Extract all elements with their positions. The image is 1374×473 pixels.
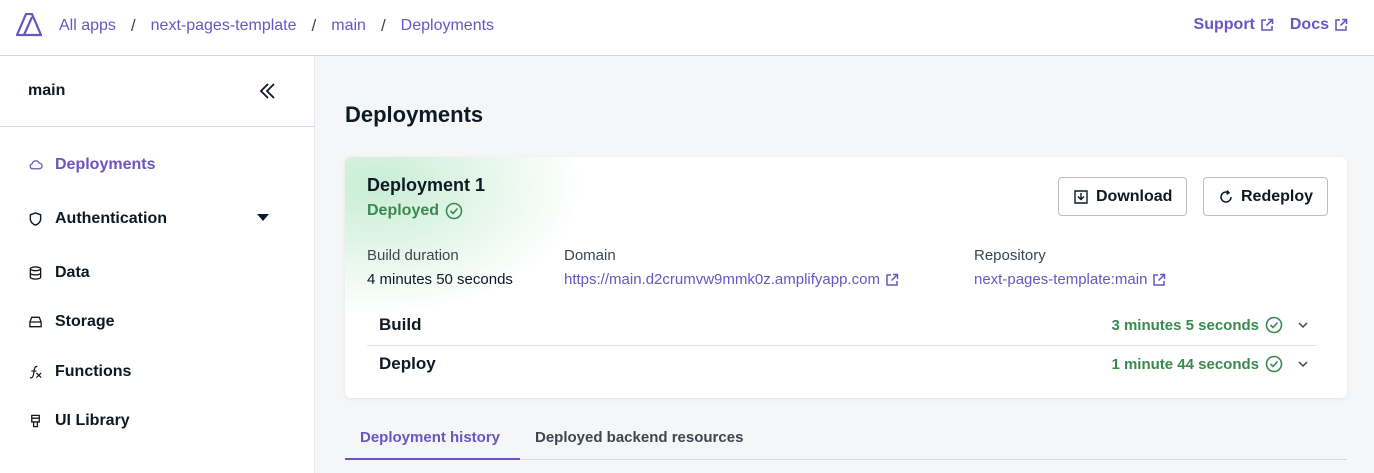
download-button[interactable]: Download (1058, 177, 1188, 216)
amplify-logo-icon[interactable] (16, 13, 42, 37)
breadcrumb-branch[interactable]: main (331, 17, 366, 35)
sidebar-item-label: Functions (55, 363, 132, 380)
storage-icon (29, 316, 42, 328)
redeploy-label: Redeploy (1241, 187, 1314, 205)
breadcrumb-all-apps[interactable]: All apps (59, 17, 116, 35)
sidebar-item-authentication[interactable]: Authentication (28, 210, 167, 228)
domain-label: Domain (564, 247, 616, 264)
repository-link[interactable]: next-pages-template:main (974, 271, 1166, 288)
build-duration-value: 4 minutes 50 seconds (367, 271, 513, 288)
deployment-name: Deployment 1 (367, 175, 486, 195)
sidebar-item-data[interactable]: Data (28, 264, 90, 282)
sidebar-item-deployments[interactable]: Deployments (28, 156, 155, 174)
sidebar: main Deployments Authentication Data Sto… (0, 56, 315, 473)
download-icon (1074, 189, 1088, 204)
redeploy-button[interactable]: Redeploy (1203, 177, 1329, 216)
download-label: Download (1096, 187, 1173, 205)
deployment-status: Deployed (367, 202, 463, 220)
top-links: Support Docs (1194, 16, 1348, 34)
step-time-text: 1 minute 44 seconds (1111, 355, 1259, 373)
tab-deployed-backend-resources[interactable]: Deployed backend resources (535, 429, 743, 446)
function-icon (29, 365, 42, 379)
check-circle-icon (1265, 316, 1283, 334)
check-circle-icon (1265, 355, 1283, 373)
repository-label: Repository (974, 247, 1046, 264)
step-name: Build (379, 315, 422, 334)
sidebar-header: main (0, 56, 314, 127)
main-content: Deployments Deployment 1 Deployed Downlo… (315, 56, 1374, 473)
step-time-text: 3 minutes 5 seconds (1111, 316, 1259, 334)
active-tab-indicator (345, 458, 520, 460)
build-duration-text: 4 minutes 50 seconds (367, 271, 513, 288)
deployment-card: Deployment 1 Deployed Download Redeploy … (345, 157, 1347, 398)
breadcrumb-separator: / (380, 16, 386, 35)
shield-icon (29, 212, 42, 226)
domain-link[interactable]: https://main.d2crumvw9mmk0z.amplifyapp.c… (564, 271, 899, 288)
top-bar: All apps / next-pages-template / main / … (0, 0, 1374, 56)
collapse-sidebar-icon[interactable] (256, 80, 278, 102)
breadcrumb-separator: / (311, 16, 317, 35)
sidebar-item-label: Data (55, 264, 90, 281)
support-link[interactable]: Support (1194, 16, 1274, 34)
breadcrumb-current[interactable]: Deployments (401, 17, 494, 35)
build-step-row[interactable]: Build 3 minutes 5 seconds (367, 306, 1317, 344)
domain-url: https://main.d2crumvw9mmk0z.amplifyapp.c… (564, 271, 880, 288)
refresh-icon (1220, 189, 1232, 203)
check-circle-icon (445, 202, 463, 220)
step-time: 3 minutes 5 seconds (1111, 316, 1283, 334)
chevron-down-icon[interactable] (1297, 320, 1309, 330)
step-name: Deploy (379, 354, 436, 373)
sidebar-item-label: UI Library (55, 412, 130, 429)
step-time: 1 minute 44 seconds (1111, 355, 1283, 373)
docs-label: Docs (1289, 16, 1329, 33)
sidebar-item-label: Storage (55, 313, 115, 330)
external-link-icon (1153, 273, 1166, 286)
sidebar-item-label: Deployments (55, 156, 156, 173)
breadcrumb-app[interactable]: next-pages-template (151, 17, 297, 35)
support-label: Support (1193, 16, 1255, 33)
breadcrumb-separator: / (130, 16, 136, 35)
page-title: Deployments (345, 102, 484, 127)
chevron-down-icon[interactable] (257, 214, 269, 221)
tab-bar: Deployment history Deployed backend reso… (345, 421, 1347, 460)
sidebar-item-storage[interactable]: Storage (28, 313, 115, 331)
cloud-icon (29, 160, 43, 170)
database-icon (29, 266, 42, 280)
external-link-icon (1335, 18, 1348, 31)
chevron-down-icon[interactable] (1297, 359, 1309, 369)
sidebar-item-label: Authentication (55, 210, 167, 227)
deploy-step-row[interactable]: Deploy 1 minute 44 seconds (367, 345, 1317, 383)
external-link-icon (886, 273, 899, 286)
external-link-icon (1261, 18, 1274, 31)
docs-link[interactable]: Docs (1290, 16, 1348, 34)
status-label: Deployed (367, 202, 440, 219)
sidebar-item-functions[interactable]: Functions (28, 363, 131, 381)
ui-library-icon (31, 414, 40, 428)
build-duration-label: Build duration (367, 247, 459, 264)
tab-deployment-history[interactable]: Deployment history (360, 429, 500, 446)
sidebar-title: main (28, 82, 66, 99)
repository-name: next-pages-template:main (974, 271, 1148, 288)
breadcrumb: All apps / next-pages-template / main / … (59, 16, 494, 36)
sidebar-item-ui-library[interactable]: UI Library (28, 412, 130, 430)
